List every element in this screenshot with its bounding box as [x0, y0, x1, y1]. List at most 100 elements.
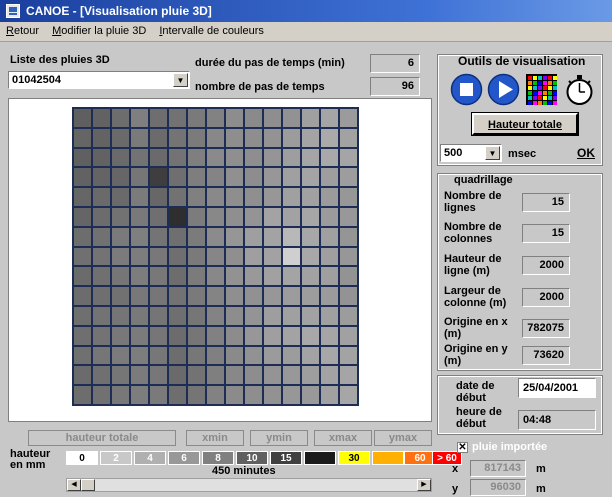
- scroll-left-icon[interactable]: ◀: [67, 479, 81, 491]
- timestep-value: 6: [370, 54, 420, 73]
- grid-cell: [320, 226, 339, 247]
- grid-cell: [111, 127, 130, 148]
- grid-cell: [168, 226, 187, 247]
- start-time-label: heure de début: [456, 406, 502, 430]
- grid-cell: [320, 305, 339, 326]
- grid-cell: [149, 187, 168, 207]
- scroll-right-icon[interactable]: ▶: [417, 479, 431, 491]
- grid-cell: [206, 365, 225, 386]
- x-unit-label: m: [536, 463, 546, 475]
- grid-cell: [339, 325, 358, 346]
- grid-cell: [282, 127, 301, 148]
- grid-cell: [168, 345, 187, 366]
- grid-cell: [244, 246, 263, 267]
- grid-cell: [149, 385, 168, 405]
- quadrillage-row-value: 782075: [522, 319, 570, 338]
- legend-total-button[interactable]: hauteur totale: [28, 430, 176, 446]
- rain-map-canvas[interactable]: [8, 98, 432, 422]
- chevron-down-icon[interactable]: ▼: [485, 146, 500, 160]
- grid-cell: [320, 365, 339, 386]
- grid-cell: [187, 187, 206, 207]
- grid-cell: [92, 385, 111, 405]
- legend-ymax-button[interactable]: ymax: [374, 430, 432, 446]
- legend-ymin-button[interactable]: ymin: [250, 430, 308, 446]
- start-time-field[interactable]: 04:48: [518, 410, 596, 430]
- grid-cell: [225, 226, 244, 247]
- grid-cell: [339, 226, 358, 247]
- imported-checkbox[interactable]: ✕: [457, 442, 468, 453]
- grid-cell: [301, 246, 320, 267]
- quadrillage-row-label: Nombre de colonnes: [444, 221, 502, 245]
- grid-cell: [206, 385, 225, 405]
- grid-cell: [282, 108, 301, 128]
- grid-cell: [206, 226, 225, 247]
- grid-cell: [149, 127, 168, 148]
- menu-modifier-pluie[interactable]: Modifier la pluie 3D: [46, 22, 150, 37]
- grid-cell: [244, 305, 263, 326]
- grid-cell: [92, 147, 111, 168]
- quadrillage-row-label: Origine en x (m): [444, 316, 508, 340]
- rain-list-label: Liste des pluies 3D: [10, 54, 110, 66]
- grid-cell: [130, 385, 149, 405]
- ok-button[interactable]: OK: [577, 146, 595, 160]
- grid-cell: [168, 385, 187, 405]
- legend-xmax-button[interactable]: xmax: [314, 430, 372, 446]
- interval-unit-label: msec: [508, 148, 537, 160]
- grid-cell: [187, 246, 206, 267]
- grid-cell: [282, 345, 301, 366]
- scroll-thumb[interactable]: [81, 479, 95, 491]
- grid-cell: [92, 325, 111, 346]
- menu-retour[interactable]: Retour: [0, 22, 43, 37]
- grid-cell: [73, 345, 92, 366]
- grid-cell: [111, 147, 130, 168]
- quadrillage-row-label: Nombre de lignes: [444, 190, 502, 214]
- num-steps-value: 96: [370, 77, 420, 96]
- grid-cell: [225, 147, 244, 168]
- grid-cell: [320, 325, 339, 346]
- grid-cell: [149, 345, 168, 366]
- legend-swatch: 10: [236, 451, 268, 465]
- grid-cell: [282, 226, 301, 247]
- quadrillage-row-value: 15: [522, 193, 570, 212]
- grid-cell: [111, 325, 130, 346]
- grid-cell: [168, 167, 187, 188]
- start-date-field[interactable]: 25/04/2001: [518, 378, 596, 398]
- grid-cell: [263, 147, 282, 168]
- grid-cell: [282, 286, 301, 306]
- grid-cell: [130, 365, 149, 386]
- play-button[interactable]: [487, 73, 520, 106]
- legend-swatch: 8: [202, 451, 234, 465]
- color-palette-button[interactable]: [525, 73, 558, 106]
- y-coord-label: y: [452, 483, 459, 495]
- grid-cell: [244, 167, 263, 188]
- grid-cell: [92, 266, 111, 287]
- grid-cell: [225, 167, 244, 188]
- grid-cell: [206, 325, 225, 346]
- interval-dropdown[interactable]: 500 ▼: [440, 144, 502, 162]
- legend-xmin-button[interactable]: xmin: [186, 430, 244, 446]
- grid-cell: [206, 127, 225, 148]
- stop-button[interactable]: [450, 73, 483, 106]
- stopwatch-icon[interactable]: [563, 73, 596, 106]
- chevron-down-icon[interactable]: ▼: [173, 73, 188, 87]
- grid-cell: [149, 167, 168, 188]
- quadrillage-row-label: Origine en y (m): [444, 343, 508, 367]
- grid-cell: [282, 305, 301, 326]
- grid-cell: [187, 147, 206, 168]
- hauteur-totale-button[interactable]: Hauteur totale: [471, 112, 579, 136]
- quadrillage-row-label: Largeur de colonne (m): [444, 285, 507, 309]
- grid-cell: [301, 345, 320, 366]
- grid-cell: [73, 286, 92, 306]
- grid-cell: [301, 305, 320, 326]
- grid-cell: [73, 305, 92, 326]
- menu-intervalle-couleurs[interactable]: Intervalle de couleurs: [153, 22, 268, 37]
- grid-cell: [73, 266, 92, 287]
- grid-cell: [73, 325, 92, 346]
- grid-cell: [130, 187, 149, 207]
- grid-cell: [244, 108, 263, 128]
- grid-cell: [168, 365, 187, 386]
- window-title: CANOE - [Visualisation pluie 3D]: [26, 4, 212, 18]
- rain-list-dropdown[interactable]: 01042504 ▼: [8, 71, 190, 89]
- time-scrollbar[interactable]: ◀ ▶: [66, 478, 432, 492]
- grid-cell: [111, 206, 130, 227]
